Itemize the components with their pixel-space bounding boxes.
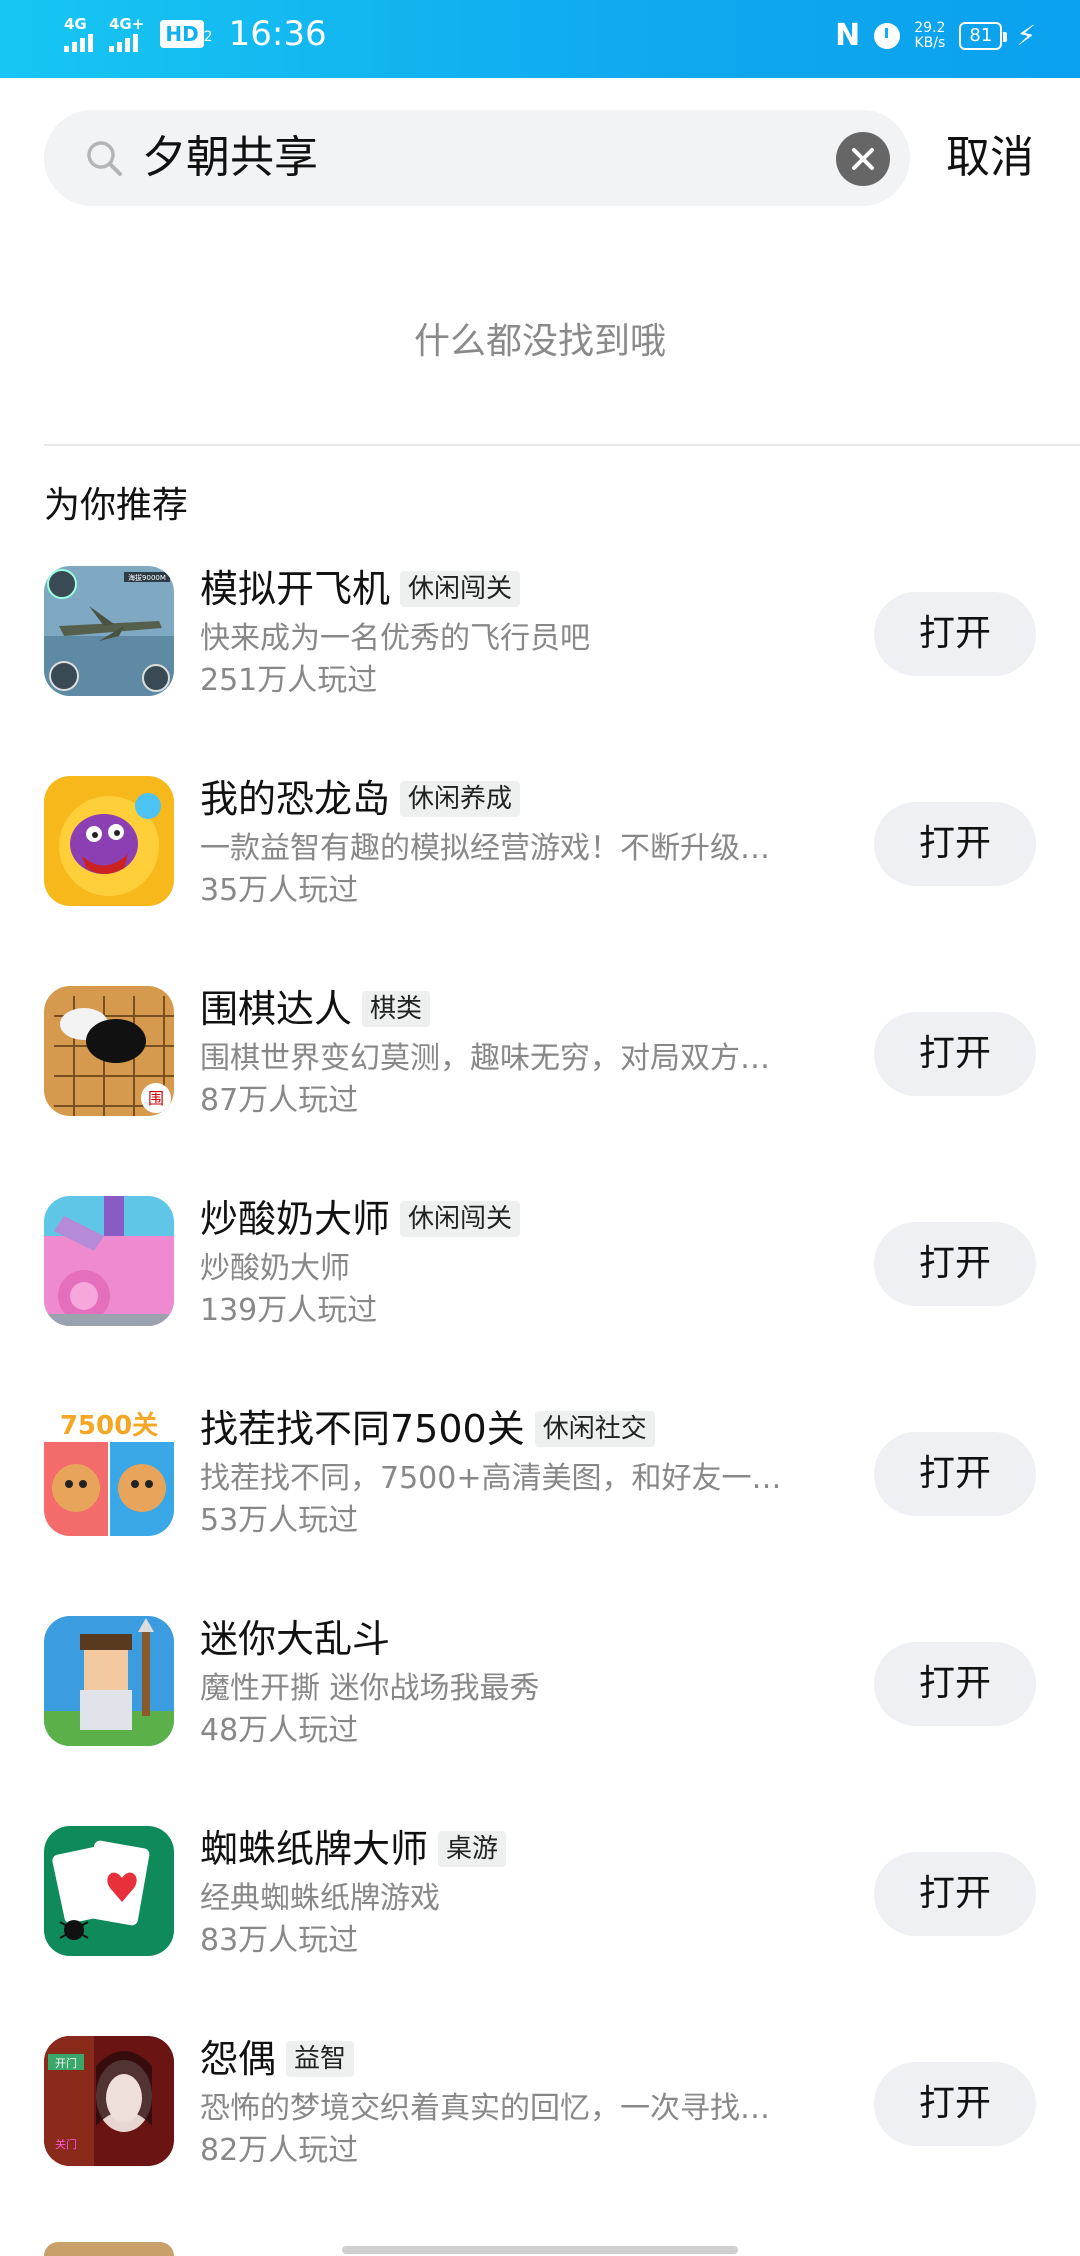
app-name: 模拟开飞机	[200, 567, 391, 611]
cancel-button[interactable]: 取消	[946, 130, 1034, 186]
category-tag: 休闲闯关	[400, 1201, 521, 1237]
app-title-row: 迷你大乱斗	[200, 1614, 390, 1664]
play-count: 83万人玩过	[200, 1923, 359, 1958]
app-description: 一款益智有趣的模拟经营游戏！不断升级…	[200, 831, 770, 866]
plane-game-icon: 海拔9000M	[44, 566, 174, 696]
app-name: 迷你大乱斗	[200, 1617, 391, 1661]
list-item[interactable]: 开门 关门 怨偶 益智 恐怖的梦境交织着真实的回忆，一次寻找… 82万人玩过 打…	[0, 2036, 1080, 2246]
horror-badge-top: 开门	[55, 2056, 77, 2070]
horror-game-icon: 开门 关门	[44, 2036, 174, 2166]
app-description: 快来成为一名优秀的飞行员吧	[200, 621, 590, 656]
go-seal-text: 围	[148, 1089, 164, 1108]
status-right: N 29.2 KB/s 81 ⚡	[835, 18, 1036, 53]
app-name: 怨偶	[200, 2037, 277, 2081]
list-item[interactable]: 炒酸奶大师 休闲闯关 炒酸奶大师 139万人玩过 打开	[0, 1196, 1080, 1406]
category-tag: 益智	[286, 2041, 355, 2077]
list-item[interactable]: 7500关 找茬找不同7500关 休闲社交 找茬找不同，7500+高清美图，和好…	[0, 1406, 1080, 1616]
recommend-list: 海拔9000M 模拟开飞机 休闲闯关 快来成为一名优秀的飞行员吧 251万人玩过…	[0, 566, 1080, 2246]
play-count: 139万人玩过	[200, 1293, 378, 1328]
list-item[interactable]: 我的恐龙岛 休闲养成 一款益智有趣的模拟经营游戏！不断升级… 35万人玩过 打开	[0, 776, 1080, 986]
spider-solitaire-icon	[44, 1826, 174, 1956]
category-tag: 棋类	[362, 991, 431, 1027]
app-title-row: 找茬找不同7500关 休闲社交	[200, 1404, 655, 1454]
open-button[interactable]: 打开	[874, 802, 1036, 886]
status-left: 4G 4G+ HD 2 16:36	[64, 14, 327, 54]
horror-badge-bottom: 关门	[55, 2137, 77, 2151]
category-tag: 休闲闯关	[400, 571, 521, 607]
signal-label: 4G+	[109, 14, 145, 33]
app-description: 魔性开撕 迷你战场我最秀	[200, 1671, 540, 1706]
open-button[interactable]: 打开	[874, 1432, 1036, 1516]
category-tag: 休闲社交	[534, 1411, 655, 1447]
app-name: 我的恐龙岛	[200, 777, 391, 821]
play-count: 87万人玩过	[200, 1083, 359, 1118]
speed-unit: KB/s	[914, 34, 946, 51]
status-bar: 4G 4G+ HD 2 16:36 N 29.2 KB/s 81 ⚡	[0, 0, 1080, 78]
alarm-icon	[874, 22, 901, 49]
search-query: 夕朝共享	[142, 132, 318, 183]
open-button[interactable]: 打开	[874, 1222, 1036, 1306]
diff-badge-text: 7500关	[60, 1411, 158, 1441]
app-name: 找茬找不同7500关	[200, 1407, 525, 1451]
section-title: 为你推荐	[44, 485, 189, 526]
hd-sub: 2	[203, 29, 213, 45]
app-title-row: 怨偶 益智	[200, 2034, 355, 2084]
category-tag: 桌游	[438, 1831, 507, 1867]
app-name: 围棋达人	[200, 987, 353, 1031]
play-count: 48万人玩过	[200, 1713, 359, 1748]
battery-icon: 81	[959, 21, 1008, 50]
app-description: 经典蜘蛛纸牌游戏	[200, 1881, 440, 1916]
play-count: 53万人玩过	[200, 1503, 359, 1538]
signal-icon: 4G+	[109, 14, 145, 52]
yogurt-game-icon	[44, 1196, 174, 1326]
play-count: 35万人玩过	[200, 873, 359, 908]
play-count: 82万人玩过	[200, 2133, 359, 2168]
empty-result-message: 什么都没找到哦	[413, 321, 666, 362]
signal-icon: 4G	[64, 14, 93, 52]
clear-button[interactable]	[836, 132, 890, 186]
list-item[interactable]: 蜘蛛纸牌大师 桌游 经典蜘蛛纸牌游戏 83万人玩过 打开	[0, 1826, 1080, 2036]
hd-icon: HD 2	[160, 20, 213, 48]
app-description: 找茬找不同，7500+高清美图，和好友一…	[200, 1461, 782, 1496]
close-icon	[852, 148, 874, 170]
go-game-icon: 围	[44, 986, 174, 1116]
divider	[44, 444, 1080, 446]
list-item[interactable]: 迷你大乱斗 魔性开撕 迷你战场我最秀 48万人玩过 打开	[0, 1616, 1080, 1826]
open-button[interactable]: 打开	[874, 1012, 1036, 1096]
app-description: 恐怖的梦境交织着真实的回忆，一次寻找…	[200, 2091, 770, 2126]
app-name: 蜘蛛纸牌大师	[200, 1827, 429, 1871]
hd-label: HD	[160, 20, 204, 48]
open-button[interactable]: 打开	[874, 1642, 1036, 1726]
signal-label: 4G	[64, 14, 87, 33]
category-tag: 休闲养成	[400, 781, 521, 817]
play-count: 251万人玩过	[200, 663, 378, 698]
partial-app-icon	[44, 2242, 174, 2256]
find-difference-game-icon: 7500关	[44, 1406, 174, 1536]
search-icon	[87, 141, 122, 176]
open-button[interactable]: 打开	[874, 592, 1036, 676]
app-title-row: 炒酸奶大师 休闲闯关	[200, 1194, 521, 1244]
app-title-row: 我的恐龙岛 休闲养成	[200, 774, 521, 824]
scroll-indicator[interactable]	[342, 2246, 738, 2254]
clock: 16:36	[228, 14, 327, 54]
app-title-row: 围棋达人 棋类	[200, 984, 431, 1034]
list-item[interactable]: 围 围棋达人 棋类 围棋世界变幻莫测，趣味无穷，对局双方… 87万人玩过 打开	[0, 986, 1080, 1196]
charging-icon: ⚡	[1016, 19, 1036, 52]
app-description: 围棋世界变幻莫测，趣味无穷，对局双方…	[200, 1041, 770, 1076]
app-title-row: 模拟开飞机 休闲闯关	[200, 564, 521, 614]
list-item[interactable]: 海拔9000M 模拟开飞机 休闲闯关 快来成为一名优秀的飞行员吧 251万人玩过…	[0, 566, 1080, 776]
open-button[interactable]: 打开	[874, 1852, 1036, 1936]
plane-badge-text: 海拔9000M	[128, 573, 166, 582]
mini-brawl-game-icon	[44, 1616, 174, 1746]
app-name: 炒酸奶大师	[200, 1197, 391, 1241]
speed-value: 29.2	[914, 19, 946, 36]
network-speed: 29.2 KB/s	[914, 19, 946, 51]
search-input[interactable]: 夕朝共享	[44, 110, 910, 206]
app-title-row: 蜘蛛纸牌大师 桌游	[200, 1824, 507, 1874]
nfc-icon: N	[835, 18, 861, 53]
app-description: 炒酸奶大师	[200, 1251, 350, 1286]
dinosaur-game-icon	[44, 776, 174, 906]
open-button[interactable]: 打开	[874, 2062, 1036, 2146]
